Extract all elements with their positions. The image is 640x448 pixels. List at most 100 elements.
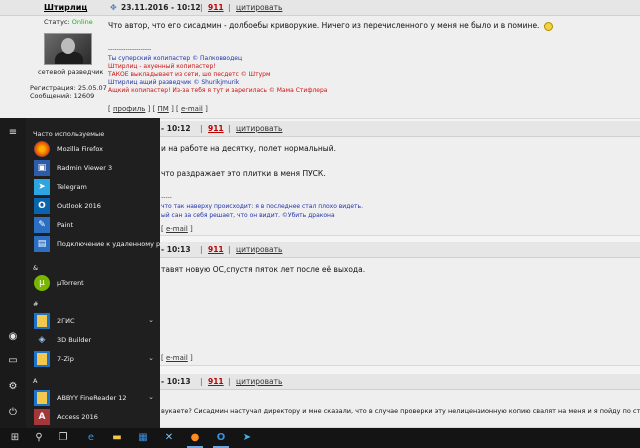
outlook-taskbar-button[interactable]: O [210, 428, 232, 448]
post-actions: [ e-mail ] [161, 225, 193, 233]
pm-link[interactable]: ПМ [158, 105, 169, 113]
chevron-down-icon[interactable]: ⌄ [148, 393, 154, 401]
radmin-icon: ▣ [34, 160, 50, 176]
remote-desktop-icon: ▤ [34, 236, 50, 252]
start-rail: ≡ ◉ ▭ ⚙ ⏻ [0, 118, 26, 428]
user-rank: сетевой разведчик [38, 68, 104, 76]
signature-line: что так наверху происходит: я в последне… [161, 203, 363, 210]
app-item-abbyy[interactable]: ABBYY FineReader 12 ⌄ [31, 389, 158, 407]
app-item-outlook[interactable]: O Outlook 2016 [31, 197, 158, 215]
folder-icon [34, 351, 50, 367]
search-icon: ⚲ [35, 432, 43, 443]
app-item-paint[interactable]: ✎ Paint [31, 216, 158, 234]
signature-line: Штирлиц ащий разведчик © Shurikjmurik [108, 79, 240, 86]
firefox-icon: ● [190, 432, 200, 443]
app-item-remote-desktop[interactable]: ▤ Подключение к удаленному раб... [31, 235, 174, 253]
telegram-icon: ➤ [34, 179, 50, 195]
power-icon[interactable]: ⏻ [5, 406, 21, 420]
outlook-icon: O [216, 432, 226, 443]
section-header: Часто используемые [33, 130, 105, 138]
user-registration: Регистрация: 25.05.07 [30, 84, 107, 92]
section-header: # [33, 300, 39, 308]
app-item-3d-builder[interactable]: ◈ 3D Builder [31, 331, 158, 349]
quote-link[interactable]: цитировать [236, 124, 282, 133]
network-button[interactable]: ✕ [158, 428, 180, 448]
signature-line: Ты суперский копипастер © Палковводец [108, 55, 243, 62]
post-text: что раздражает это плитки в меня ПУСК. [161, 169, 326, 178]
start-button[interactable]: ⊞ [4, 428, 26, 448]
signature-line: Ащкий копипастер! Из-за тебя я тут и зар… [108, 87, 328, 94]
section-header: A [33, 377, 38, 385]
edge-icon: e [87, 432, 95, 443]
post-number-link[interactable]: 911 [208, 3, 224, 12]
post-text: и на работе на десятку, полет нормальный… [161, 144, 336, 153]
chevron-down-icon[interactable]: ⌄ [148, 354, 154, 362]
signature-line: Штирлиц - ахуенный копипастер! [108, 63, 216, 70]
task-view-icon: ❐ [58, 432, 68, 443]
search-button[interactable]: ⚲ [28, 428, 50, 448]
app-item-telegram[interactable]: ➤ Telegram [31, 178, 158, 196]
file-explorer-icon[interactable]: ▭ [5, 354, 21, 368]
chevron-down-icon[interactable]: ⌄ [148, 316, 154, 324]
task-view-button[interactable]: ❐ [52, 428, 74, 448]
app-item-7zip[interactable]: 7-Zip ⌄ [31, 350, 158, 368]
post-link-icon[interactable]: ✥ [110, 4, 118, 12]
hamburger-menu-icon[interactable]: ≡ [5, 126, 21, 140]
app-list: Часто используемые Mozilla Firefox ▣ Rad… [26, 118, 174, 428]
user-status: Статус: Online [44, 18, 93, 26]
post-actions: [ e-mail ] [161, 354, 193, 362]
paint-icon: ✎ [34, 217, 50, 233]
app-item-utorrent[interactable]: µ µTorrent [31, 274, 158, 292]
telegram-icon: ➤ [242, 432, 252, 443]
folder-icon [34, 390, 50, 406]
app-item-access[interactable]: A Access 2016 [31, 408, 158, 426]
edge-button[interactable]: e [80, 428, 102, 448]
file-explorer-button[interactable]: ▬ [106, 428, 128, 448]
post-text: тавят новую ОС,спустя пяток лет после её… [161, 265, 366, 274]
signature-line: ТАКОЕ выкладывает из сети, шо песдетс © … [108, 71, 271, 78]
smiley-icon [543, 21, 553, 31]
signature-separator: -------------------- [108, 46, 152, 53]
email-link[interactable]: e-mail [181, 105, 203, 113]
app-item-firefox[interactable]: Mozilla Firefox [31, 140, 158, 158]
telegram-taskbar-button[interactable]: ➤ [236, 428, 258, 448]
post-number-link[interactable]: 911 [208, 124, 224, 133]
email-link[interactable]: e-mail [166, 225, 188, 233]
utorrent-icon: µ [34, 275, 50, 291]
post-number-link[interactable]: 911 [208, 245, 224, 254]
quote-link[interactable]: цитировать [236, 3, 282, 12]
store-icon: ▦ [138, 432, 148, 443]
avatar[interactable] [44, 33, 92, 65]
author-name[interactable]: Штирлиц [44, 3, 87, 12]
firefox-icon [34, 141, 50, 157]
start-icon: ⊞ [10, 432, 20, 443]
access-icon: A [34, 409, 50, 425]
user-message-count: Сообщений: 12609 [30, 92, 95, 100]
folder-icon [34, 313, 50, 329]
taskbar: ⊞ ⚲ ❐ e ▬ ▦ ✕ ● O ➤ [0, 428, 640, 448]
network-icon: ✕ [164, 432, 174, 443]
post-text: вукаете? Сисадмин настучал директору и м… [161, 407, 640, 415]
post-header: Штирлиц ✥ 23.11.2016 - 10:12 | 911 | цит… [0, 0, 640, 16]
3d-builder-icon: ◈ [34, 332, 50, 348]
signature-line: ый сан за себя решает, что он видит. ©Уб… [161, 212, 335, 219]
signature-separator: ----- [161, 194, 172, 201]
post-actions: [ профиль ] [ ПМ ] [ e-mail ] [108, 105, 208, 113]
outlook-icon: O [34, 198, 50, 214]
email-link[interactable]: e-mail [166, 354, 188, 362]
post-number-link[interactable]: 911 [208, 377, 224, 386]
quote-link[interactable]: цитировать [236, 377, 282, 386]
file-explorer-icon: ▬ [112, 432, 122, 443]
app-item-radmin[interactable]: ▣ Radmin Viewer 3 [31, 159, 158, 177]
post-date: - 10:13 [161, 377, 191, 386]
forum-post: Штирлиц ✥ 23.11.2016 - 10:12 | 911 | цит… [0, 0, 640, 119]
quote-link[interactable]: цитировать [236, 245, 282, 254]
user-account-icon[interactable]: ◉ [5, 330, 21, 344]
start-menu: ≡ ◉ ▭ ⚙ ⏻ Часто используемые Mozilla Fir… [0, 118, 174, 428]
post-date: - 10:12 [161, 124, 191, 133]
store-button[interactable]: ▦ [132, 428, 154, 448]
settings-gear-icon[interactable]: ⚙ [5, 380, 21, 394]
app-item-2gis[interactable]: 2ГИС ⌄ [31, 312, 158, 330]
profile-link[interactable]: профиль [113, 105, 145, 113]
firefox-taskbar-button[interactable]: ● [184, 428, 206, 448]
